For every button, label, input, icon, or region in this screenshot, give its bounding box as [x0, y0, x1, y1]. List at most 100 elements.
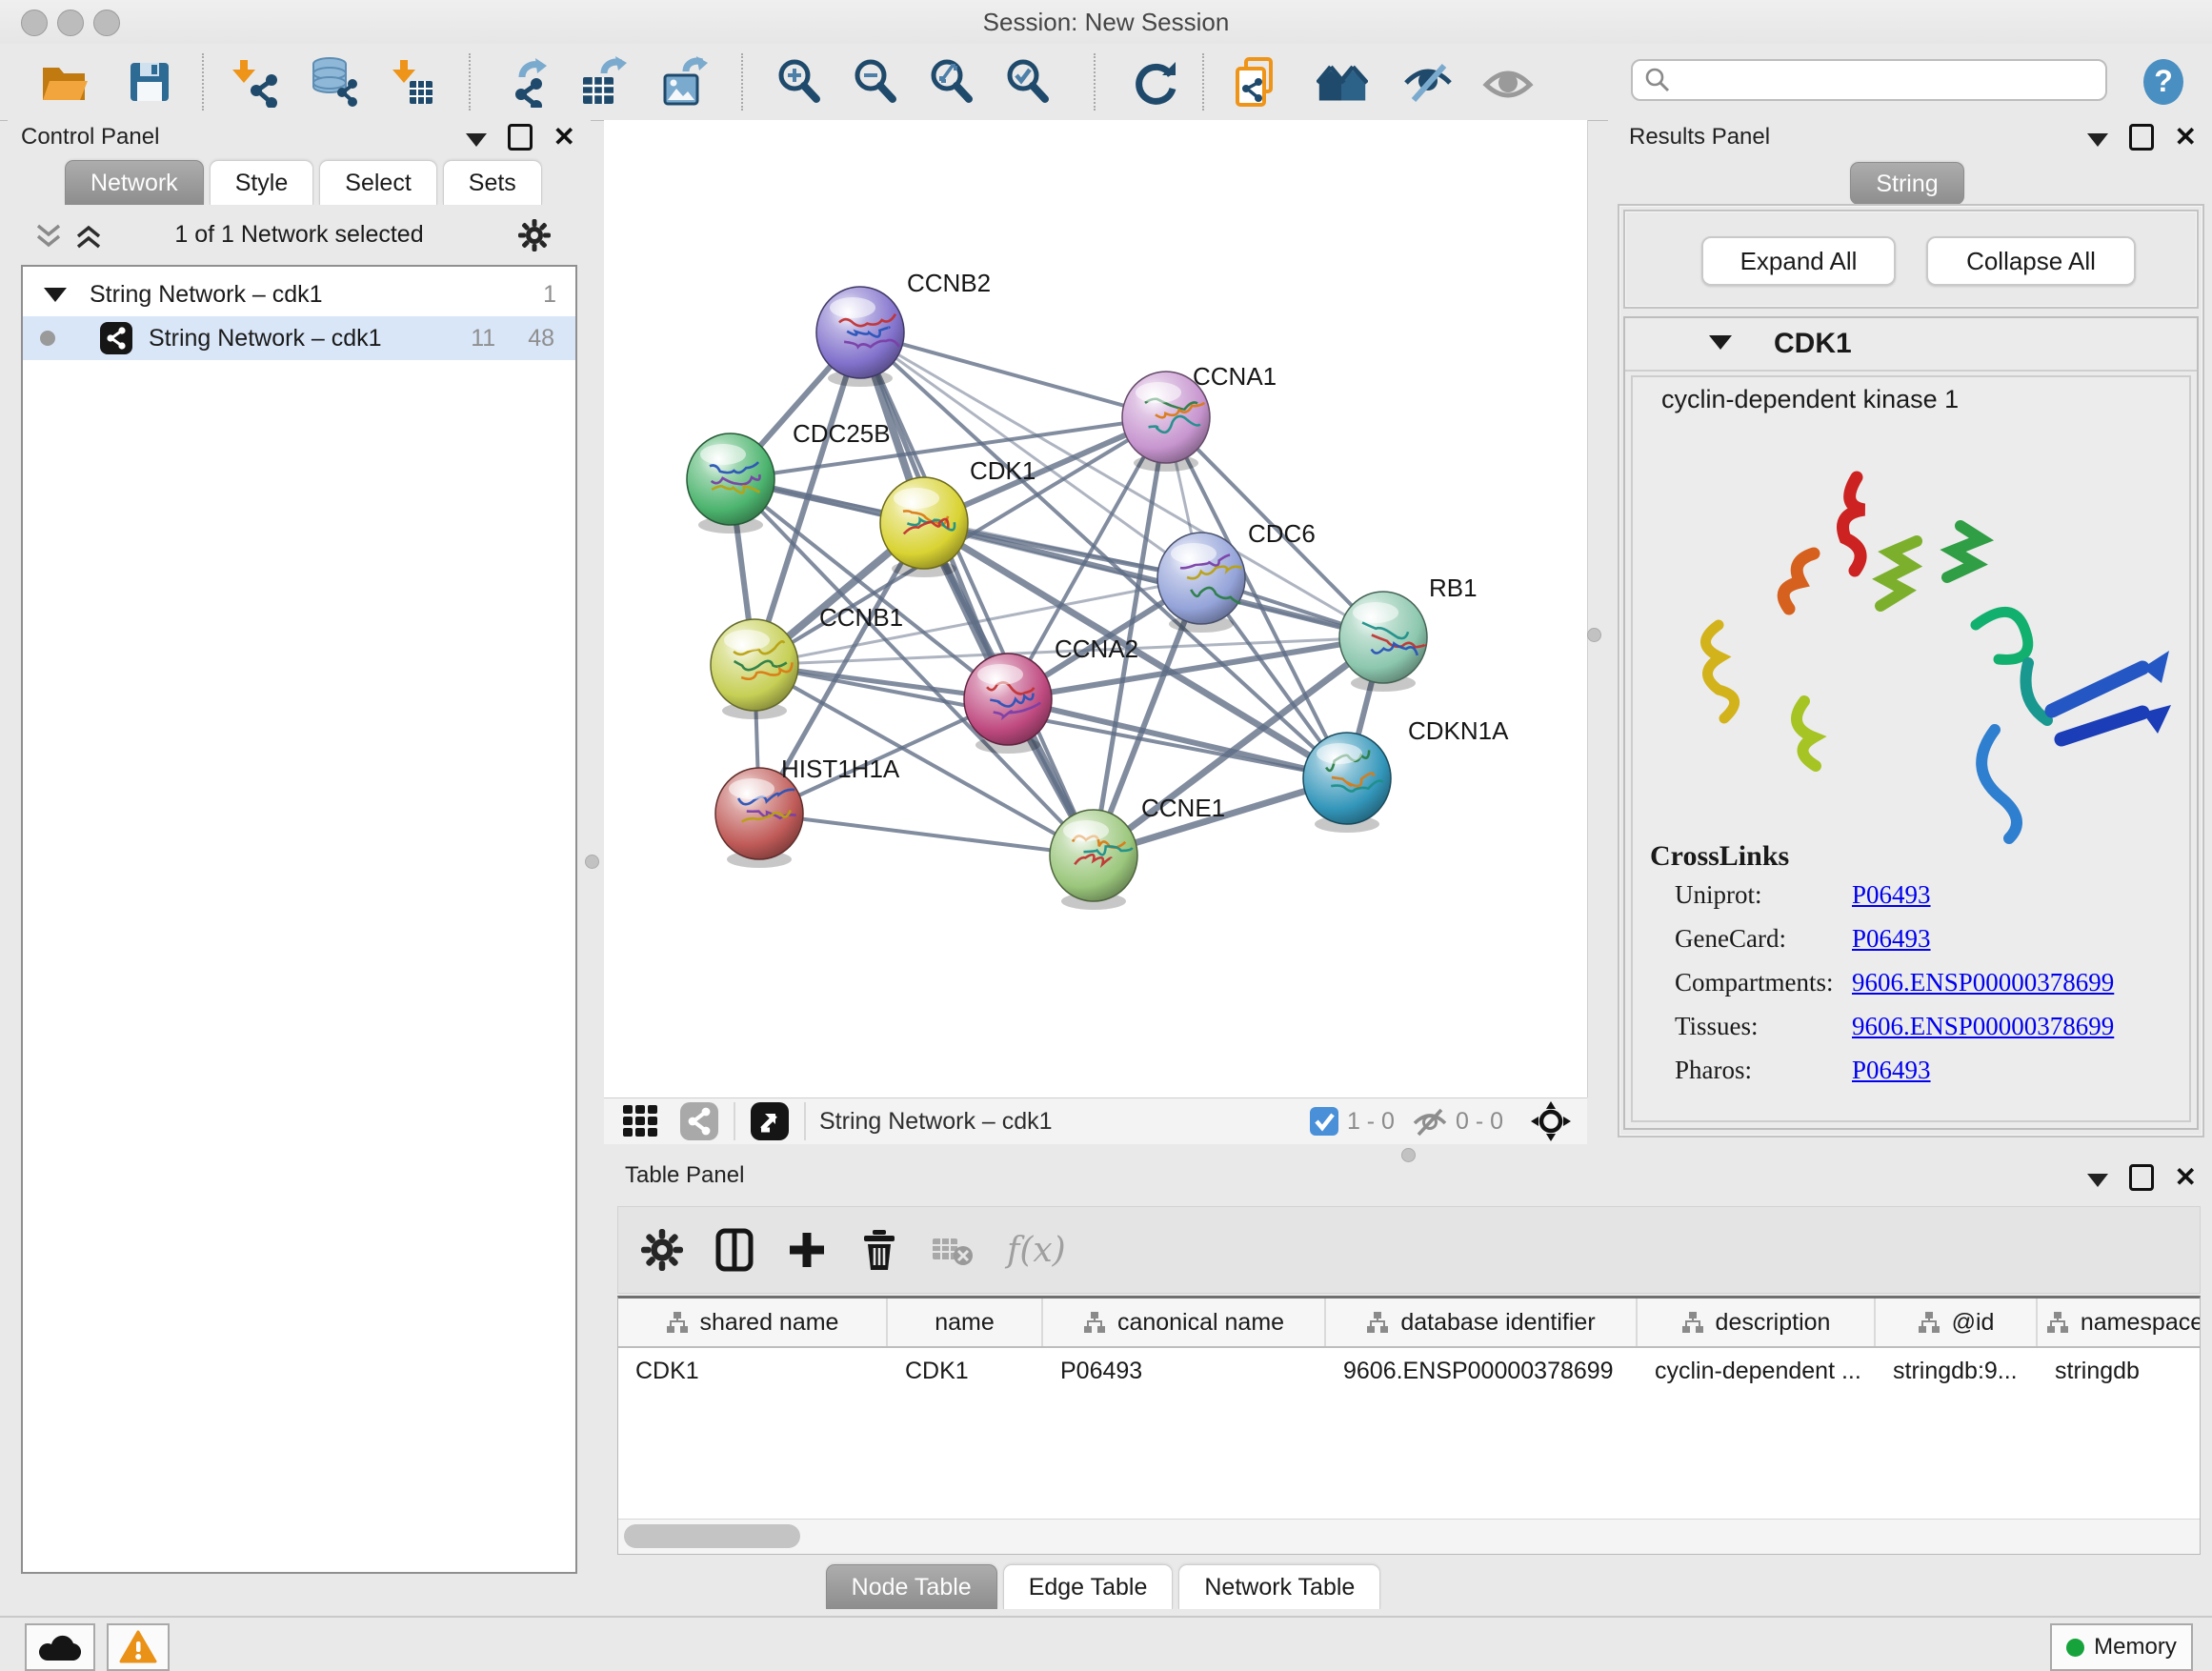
network-edge[interactable] [759, 814, 1094, 856]
network-node-CCNA2[interactable] [964, 654, 1052, 754]
fit-selected-crosshair-icon[interactable] [1530, 1100, 1572, 1142]
zoom-out-button[interactable] [850, 56, 901, 108]
panel-float-icon[interactable] [2129, 1164, 2154, 1191]
table-cell[interactable]: 9606.ENSP00000378699 [1326, 1348, 1638, 1394]
table-cell[interactable]: CDK1 [888, 1348, 1043, 1394]
panel-close-icon[interactable]: ✕ [553, 127, 575, 148]
column-header--id[interactable]: @id [1876, 1299, 2038, 1346]
expand-all-button[interactable]: Expand All [1701, 236, 1896, 286]
save-session-button[interactable] [124, 56, 175, 108]
network-node-CCNB1[interactable] [711, 619, 798, 719]
table-cell[interactable]: cyclin-dependent ... [1638, 1348, 1876, 1394]
birdseye-grid-icon[interactable] [621, 1101, 661, 1141]
export-network-button[interactable] [497, 56, 549, 108]
network-node-CCNE1[interactable] [1050, 810, 1137, 910]
import-table-file-button[interactable] [385, 56, 436, 108]
network-node-RB1[interactable] [1339, 592, 1427, 692]
search-box[interactable] [1631, 59, 2107, 101]
panel-close-icon[interactable]: ✕ [2175, 127, 2197, 148]
protein-card-header[interactable]: CDK1 [1625, 318, 2197, 372]
show-columns-icon[interactable] [715, 1228, 754, 1272]
selected-checkbox-icon[interactable] [1309, 1106, 1339, 1137]
column-header-shared-name[interactable]: shared name [618, 1299, 888, 1346]
tab-edge-table[interactable]: Edge Table [1003, 1564, 1174, 1609]
panel-float-icon[interactable] [2129, 124, 2154, 151]
delete-column-icon[interactable] [860, 1228, 898, 1272]
column-label: namespace [2081, 1309, 2201, 1337]
network-node-CCNB2[interactable] [816, 287, 904, 387]
network-collection-row[interactable]: String Network – cdk1 1 [23, 272, 575, 316]
search-input[interactable] [1680, 66, 2094, 94]
horizontal-scrollbar[interactable] [618, 1519, 2200, 1554]
column-header-canonical-name[interactable]: canonical name [1043, 1299, 1326, 1346]
selected-count-badge: 1 - 0 [1347, 1108, 1395, 1136]
tab-node-table[interactable]: Node Table [826, 1564, 997, 1609]
collapse-all-button[interactable]: Collapse All [1926, 236, 2136, 286]
column-header-name[interactable]: name [888, 1299, 1043, 1346]
network-node-CDC25B[interactable] [687, 433, 774, 534]
panel-close-icon[interactable]: ✕ [2175, 1167, 2197, 1188]
collapse-caret-icon[interactable] [1709, 335, 1732, 350]
warnings-button[interactable] [107, 1623, 170, 1671]
cloud-status-button[interactable] [25, 1623, 95, 1671]
splitter-grip[interactable] [1401, 1148, 1416, 1162]
tab-network[interactable]: Network [65, 160, 204, 205]
import-network-database-button[interactable] [307, 56, 358, 108]
tree-caret-icon[interactable] [44, 288, 67, 302]
export-image-button[interactable] [657, 56, 709, 108]
refresh-icon [1130, 56, 1181, 108]
crosslink-link[interactable]: P06493 [1852, 1056, 1931, 1085]
save-floppy-icon [124, 56, 175, 108]
panel-menu-icon[interactable] [2087, 1174, 2108, 1187]
crosslink-link[interactable]: 9606.ENSP00000378699 [1852, 968, 2114, 997]
splitter-grip[interactable] [1587, 628, 1601, 642]
export-table-button[interactable] [575, 56, 627, 108]
crosslink-link[interactable]: P06493 [1852, 880, 1931, 910]
help-button[interactable]: ? [2138, 56, 2189, 108]
refresh-view-button[interactable] [1130, 56, 1181, 108]
network-options-gear-icon[interactable] [518, 219, 551, 252]
table-row[interactable]: CDK1CDK1P064939606.ENSP00000378699cyclin… [618, 1348, 2200, 1394]
zoom-selected-icon [1002, 56, 1054, 108]
crosslink-link[interactable]: P06493 [1852, 924, 1931, 954]
network-view-title: String Network – cdk1 [819, 1108, 1053, 1136]
table-cell[interactable]: CDK1 [618, 1348, 888, 1394]
crosslink-link[interactable]: 9606.ENSP00000378699 [1852, 1012, 2114, 1041]
network-row-selected[interactable]: String Network – cdk1 11 48 [23, 316, 575, 360]
first-neighbors-button[interactable] [1317, 56, 1368, 108]
column-header-description[interactable]: description [1638, 1299, 1876, 1346]
splitter-grip[interactable] [585, 855, 599, 869]
zoom-selected-button[interactable] [1002, 56, 1054, 108]
open-in-window-icon[interactable] [749, 1100, 791, 1142]
panel-menu-icon[interactable] [2087, 133, 2108, 147]
zoom-in-button[interactable] [774, 56, 825, 108]
zoom-fit-button[interactable] [926, 56, 977, 108]
import-network-file-button[interactable] [229, 56, 280, 108]
table-options-gear-icon[interactable] [641, 1229, 683, 1271]
add-column-icon[interactable] [786, 1229, 828, 1271]
open-session-button[interactable] [38, 56, 90, 108]
string-panel-icon[interactable] [678, 1100, 720, 1142]
network-graph[interactable]: CCNB2CCNA1CDC25BCDK1CDC6RB1CCNB1CCNA2CDK… [604, 120, 1587, 1097]
hide-graphics-details-button[interactable] [1402, 56, 1454, 108]
tab-style[interactable]: Style [210, 160, 314, 205]
network-canvas[interactable]: CCNB2CCNA1CDC25BCDK1CDC6RB1CCNB1CCNA2CDK… [604, 120, 1588, 1097]
scrollbar-thumb[interactable] [624, 1524, 800, 1548]
tab-string[interactable]: String [1850, 162, 1963, 205]
toolbar-separator [734, 1102, 735, 1140]
show-graphics-details-button[interactable] [1482, 56, 1534, 108]
column-header-namespace[interactable]: namespace [2038, 1299, 2201, 1346]
memory-button[interactable]: Memory [2050, 1623, 2193, 1671]
panel-float-icon[interactable] [508, 124, 533, 151]
tab-network-table[interactable]: Network Table [1178, 1564, 1380, 1609]
panel-menu-icon[interactable] [466, 133, 487, 147]
new-network-from-selection-button[interactable] [1231, 56, 1282, 108]
tab-sets[interactable]: Sets [443, 160, 542, 205]
edge-count: 48 [528, 325, 554, 352]
table-cell[interactable]: stringdb:9... [1876, 1348, 2038, 1394]
tab-select[interactable]: Select [319, 160, 436, 205]
table-cell[interactable]: P06493 [1043, 1348, 1326, 1394]
column-header-database-identifier[interactable]: database identifier [1326, 1299, 1638, 1346]
table-cell[interactable]: stringdb [2038, 1348, 2201, 1394]
network-node-CDKN1A[interactable] [1303, 733, 1391, 833]
